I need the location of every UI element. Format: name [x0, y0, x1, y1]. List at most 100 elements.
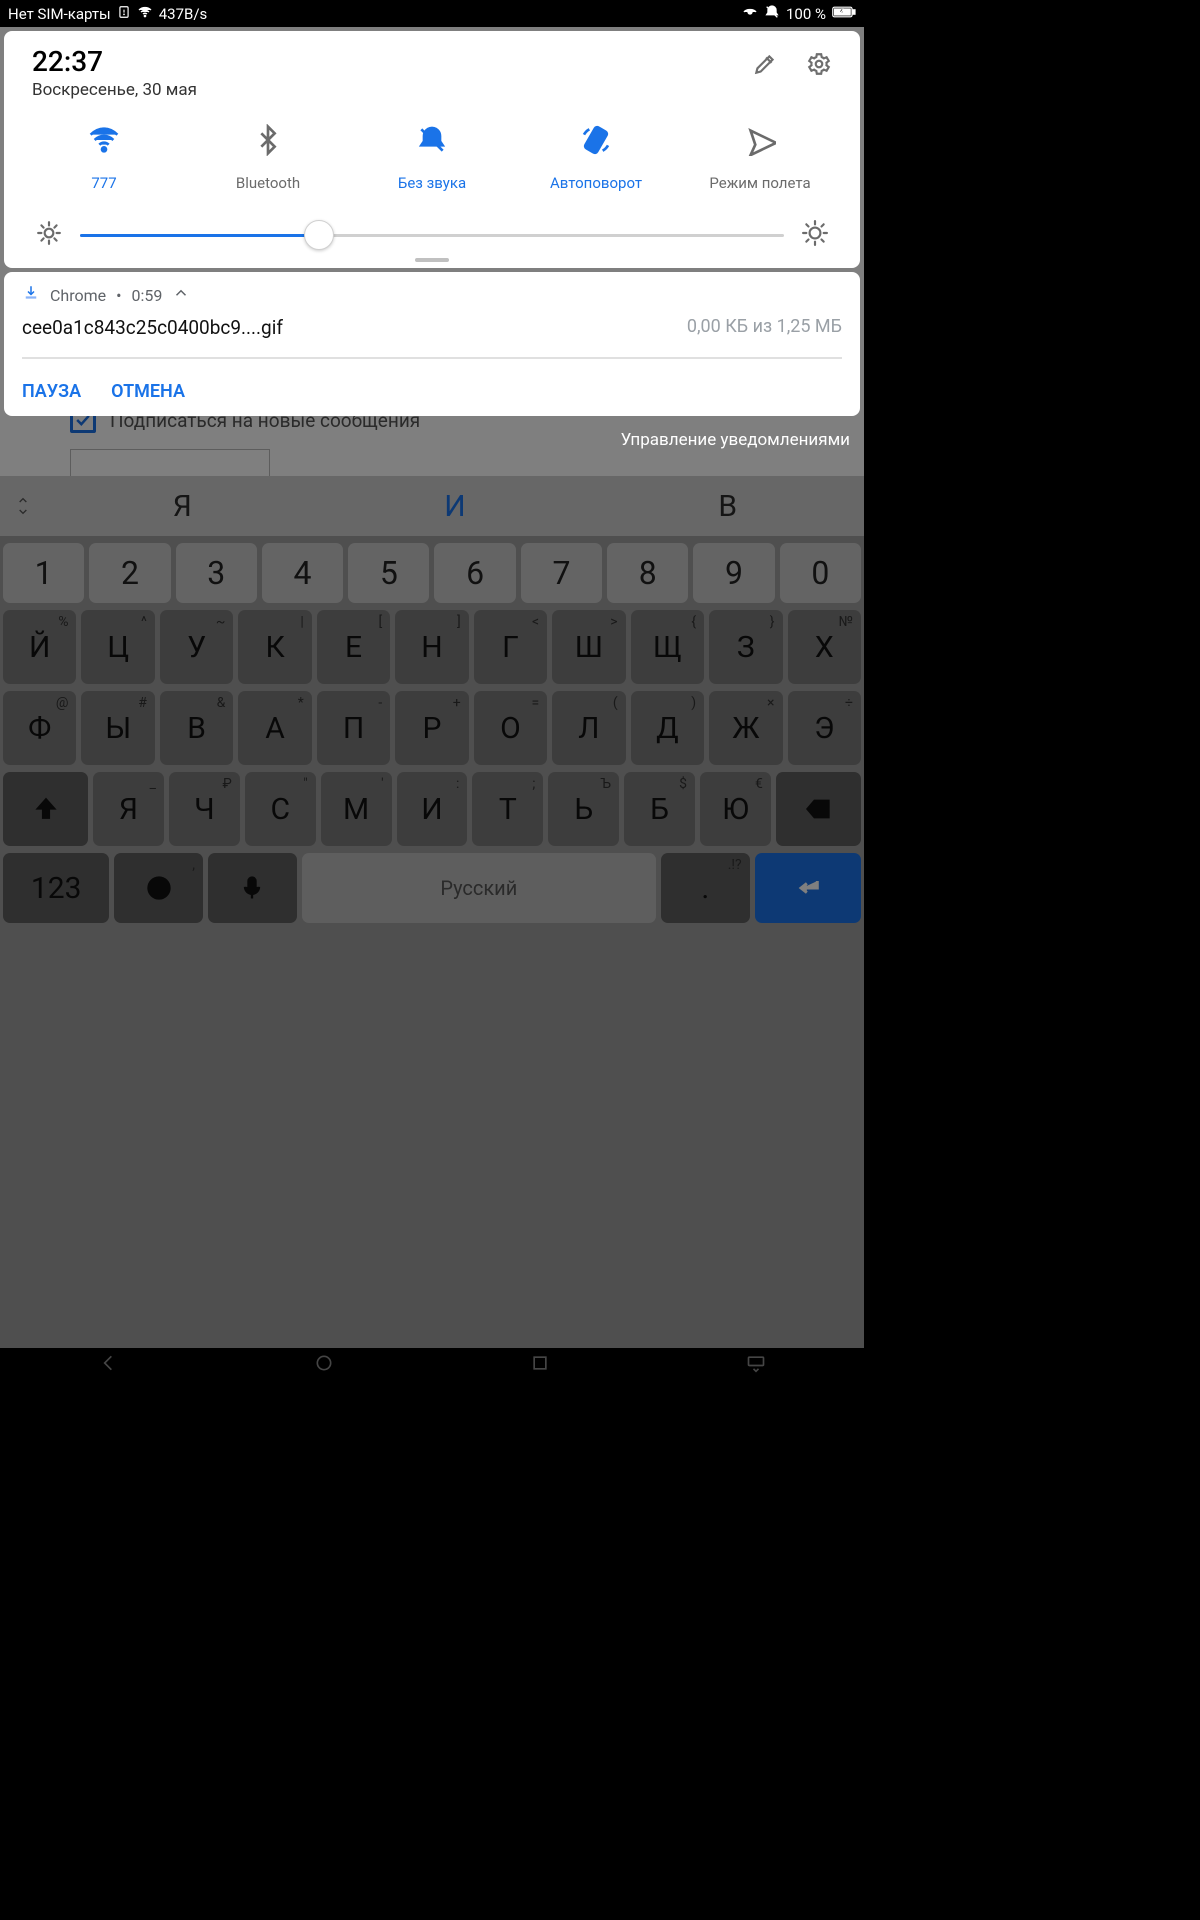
key-Ь[interactable]: ЬЪ	[548, 772, 619, 846]
nav-hide-keyboard-icon[interactable]	[746, 1353, 766, 1377]
net-speed: 437B/s	[159, 5, 208, 23]
qs-tile-label: 777	[91, 174, 116, 192]
key-Т[interactable]: Т;	[472, 772, 543, 846]
slider-fill	[80, 234, 319, 237]
key-З[interactable]: З}	[709, 610, 782, 684]
wifi-icon	[88, 124, 120, 160]
key-И[interactable]: И:	[397, 772, 468, 846]
battery-icon	[832, 5, 856, 23]
slider-track[interactable]	[80, 234, 784, 237]
key-О[interactable]: О=	[474, 691, 547, 765]
key-backspace[interactable]	[776, 772, 861, 846]
key-0[interactable]: 0	[780, 543, 861, 603]
key-Ы[interactable]: Ы#	[81, 691, 154, 765]
keyboard: 1234567890 Й%Ц^У~К|Е[Н]Г<Ш>Щ{З}Х№ Ф@Ы#В&…	[0, 536, 864, 1348]
airplane-icon	[744, 124, 776, 160]
key-Е[interactable]: Е[	[317, 610, 390, 684]
qs-tile-mute[interactable]: Без звука	[378, 124, 486, 192]
panel-grabber[interactable]	[415, 258, 449, 262]
key-emoji[interactable]: ,	[114, 853, 203, 923]
key-Л[interactable]: Л(	[552, 691, 625, 765]
manage-notifications-link[interactable]: Управление уведомлениями	[621, 430, 850, 450]
key-1[interactable]: 1	[3, 543, 84, 603]
key-9[interactable]: 9	[693, 543, 774, 603]
battery-pct: 100 %	[786, 5, 826, 23]
key-Ю[interactable]: Ю€	[700, 772, 771, 846]
suggestion-3[interactable]: В	[591, 489, 864, 524]
key-8[interactable]: 8	[607, 543, 688, 603]
key-Г[interactable]: Г<	[474, 610, 547, 684]
key-comma-label: ,	[192, 857, 195, 873]
sim-alert-icon	[117, 5, 131, 23]
status-bar: Нет SIM-карты 437B/s 100 %	[0, 0, 864, 27]
key-6[interactable]: 6	[434, 543, 515, 603]
qs-tile-label: Режим полета	[709, 174, 810, 192]
key-Н[interactable]: Н]	[395, 610, 468, 684]
key-Ц[interactable]: Ц^	[81, 610, 154, 684]
qs-tile-rotate[interactable]: Автоповорот	[542, 124, 650, 192]
brightness-slider[interactable]	[36, 220, 828, 250]
key-2[interactable]: 2	[89, 543, 170, 603]
key-enter[interactable]	[755, 853, 861, 923]
chevron-up-icon[interactable]	[172, 284, 190, 306]
notif-size: 0,00 КБ из 1,25 МБ	[687, 316, 842, 339]
slider-thumb[interactable]	[304, 220, 334, 250]
key-Э[interactable]: Э÷	[788, 691, 861, 765]
key-mode-123[interactable]: 123	[3, 853, 109, 923]
suggestion-1[interactable]: Я	[46, 489, 319, 524]
key-Р[interactable]: Р+	[395, 691, 468, 765]
expand-suggestions-icon[interactable]	[0, 494, 46, 518]
key-Б[interactable]: Б$	[624, 772, 695, 846]
notif-progress	[22, 357, 842, 359]
key-Й[interactable]: Й%	[3, 610, 76, 684]
key-К[interactable]: К|	[238, 610, 311, 684]
key-4[interactable]: 4	[262, 543, 343, 603]
key-7[interactable]: 7	[521, 543, 602, 603]
key-space[interactable]: Русский	[302, 853, 656, 923]
key-Ч[interactable]: Ч₽	[169, 772, 240, 846]
mute-icon	[416, 124, 448, 160]
key-Ф[interactable]: Ф@	[3, 691, 76, 765]
key-Д[interactable]: Д)	[631, 691, 704, 765]
key-В[interactable]: В&	[160, 691, 233, 765]
key-mic[interactable]	[208, 853, 297, 923]
cancel-button[interactable]: ОТМЕНА	[111, 381, 185, 402]
notif-filename: cee0a1c843c25c0400bc9....gif	[22, 316, 283, 339]
nav-recent-icon[interactable]	[530, 1353, 550, 1377]
qs-tile-bluetooth[interactable]: Bluetooth	[214, 124, 322, 192]
download-icon	[22, 284, 40, 306]
sim-status-text: Нет SIM-карты	[8, 5, 111, 23]
key-period[interactable]: ..!?	[661, 853, 750, 923]
key-3[interactable]: 3	[176, 543, 257, 603]
pause-button[interactable]: ПАУЗА	[22, 381, 81, 402]
key-М[interactable]: М'	[321, 772, 392, 846]
qs-tile-wifi[interactable]: 777	[50, 124, 158, 192]
key-С[interactable]: С"	[245, 772, 316, 846]
key-Щ[interactable]: Щ{	[631, 610, 704, 684]
gear-icon[interactable]	[806, 51, 832, 81]
qs-tile-label: Bluetooth	[236, 174, 300, 192]
qs-tile-airplane[interactable]: Режим полета	[706, 124, 814, 192]
key-Ж[interactable]: Ж×	[709, 691, 782, 765]
notif-time: 0:59	[132, 286, 163, 305]
mute-icon	[764, 4, 780, 24]
key-А[interactable]: А*	[238, 691, 311, 765]
qs-tile-label: Автоповорот	[550, 174, 642, 192]
download-notification[interactable]: Chrome • 0:59 cee0a1c843c25c0400bc9....g…	[4, 272, 860, 416]
nav-back-icon[interactable]	[98, 1353, 118, 1377]
key-Х[interactable]: Х№	[788, 610, 861, 684]
edit-icon[interactable]	[752, 51, 778, 81]
key-Я[interactable]: Я_	[93, 772, 164, 846]
eye-comfort-icon	[742, 4, 758, 24]
brightness-high-icon	[802, 220, 828, 250]
key-П[interactable]: П-	[317, 691, 390, 765]
qs-tile-label: Без звука	[398, 174, 466, 192]
nav-home-icon[interactable]	[314, 1353, 334, 1377]
suggestion-2[interactable]: И	[319, 489, 592, 524]
key-Ш[interactable]: Ш>	[552, 610, 625, 684]
key-5[interactable]: 5	[348, 543, 429, 603]
quick-settings-panel: 22:37 Воскресенье, 30 мая 777 Bluetooth …	[4, 31, 860, 268]
key-shift[interactable]	[3, 772, 88, 846]
notif-app: Chrome	[50, 286, 106, 305]
key-У[interactable]: У~	[160, 610, 233, 684]
